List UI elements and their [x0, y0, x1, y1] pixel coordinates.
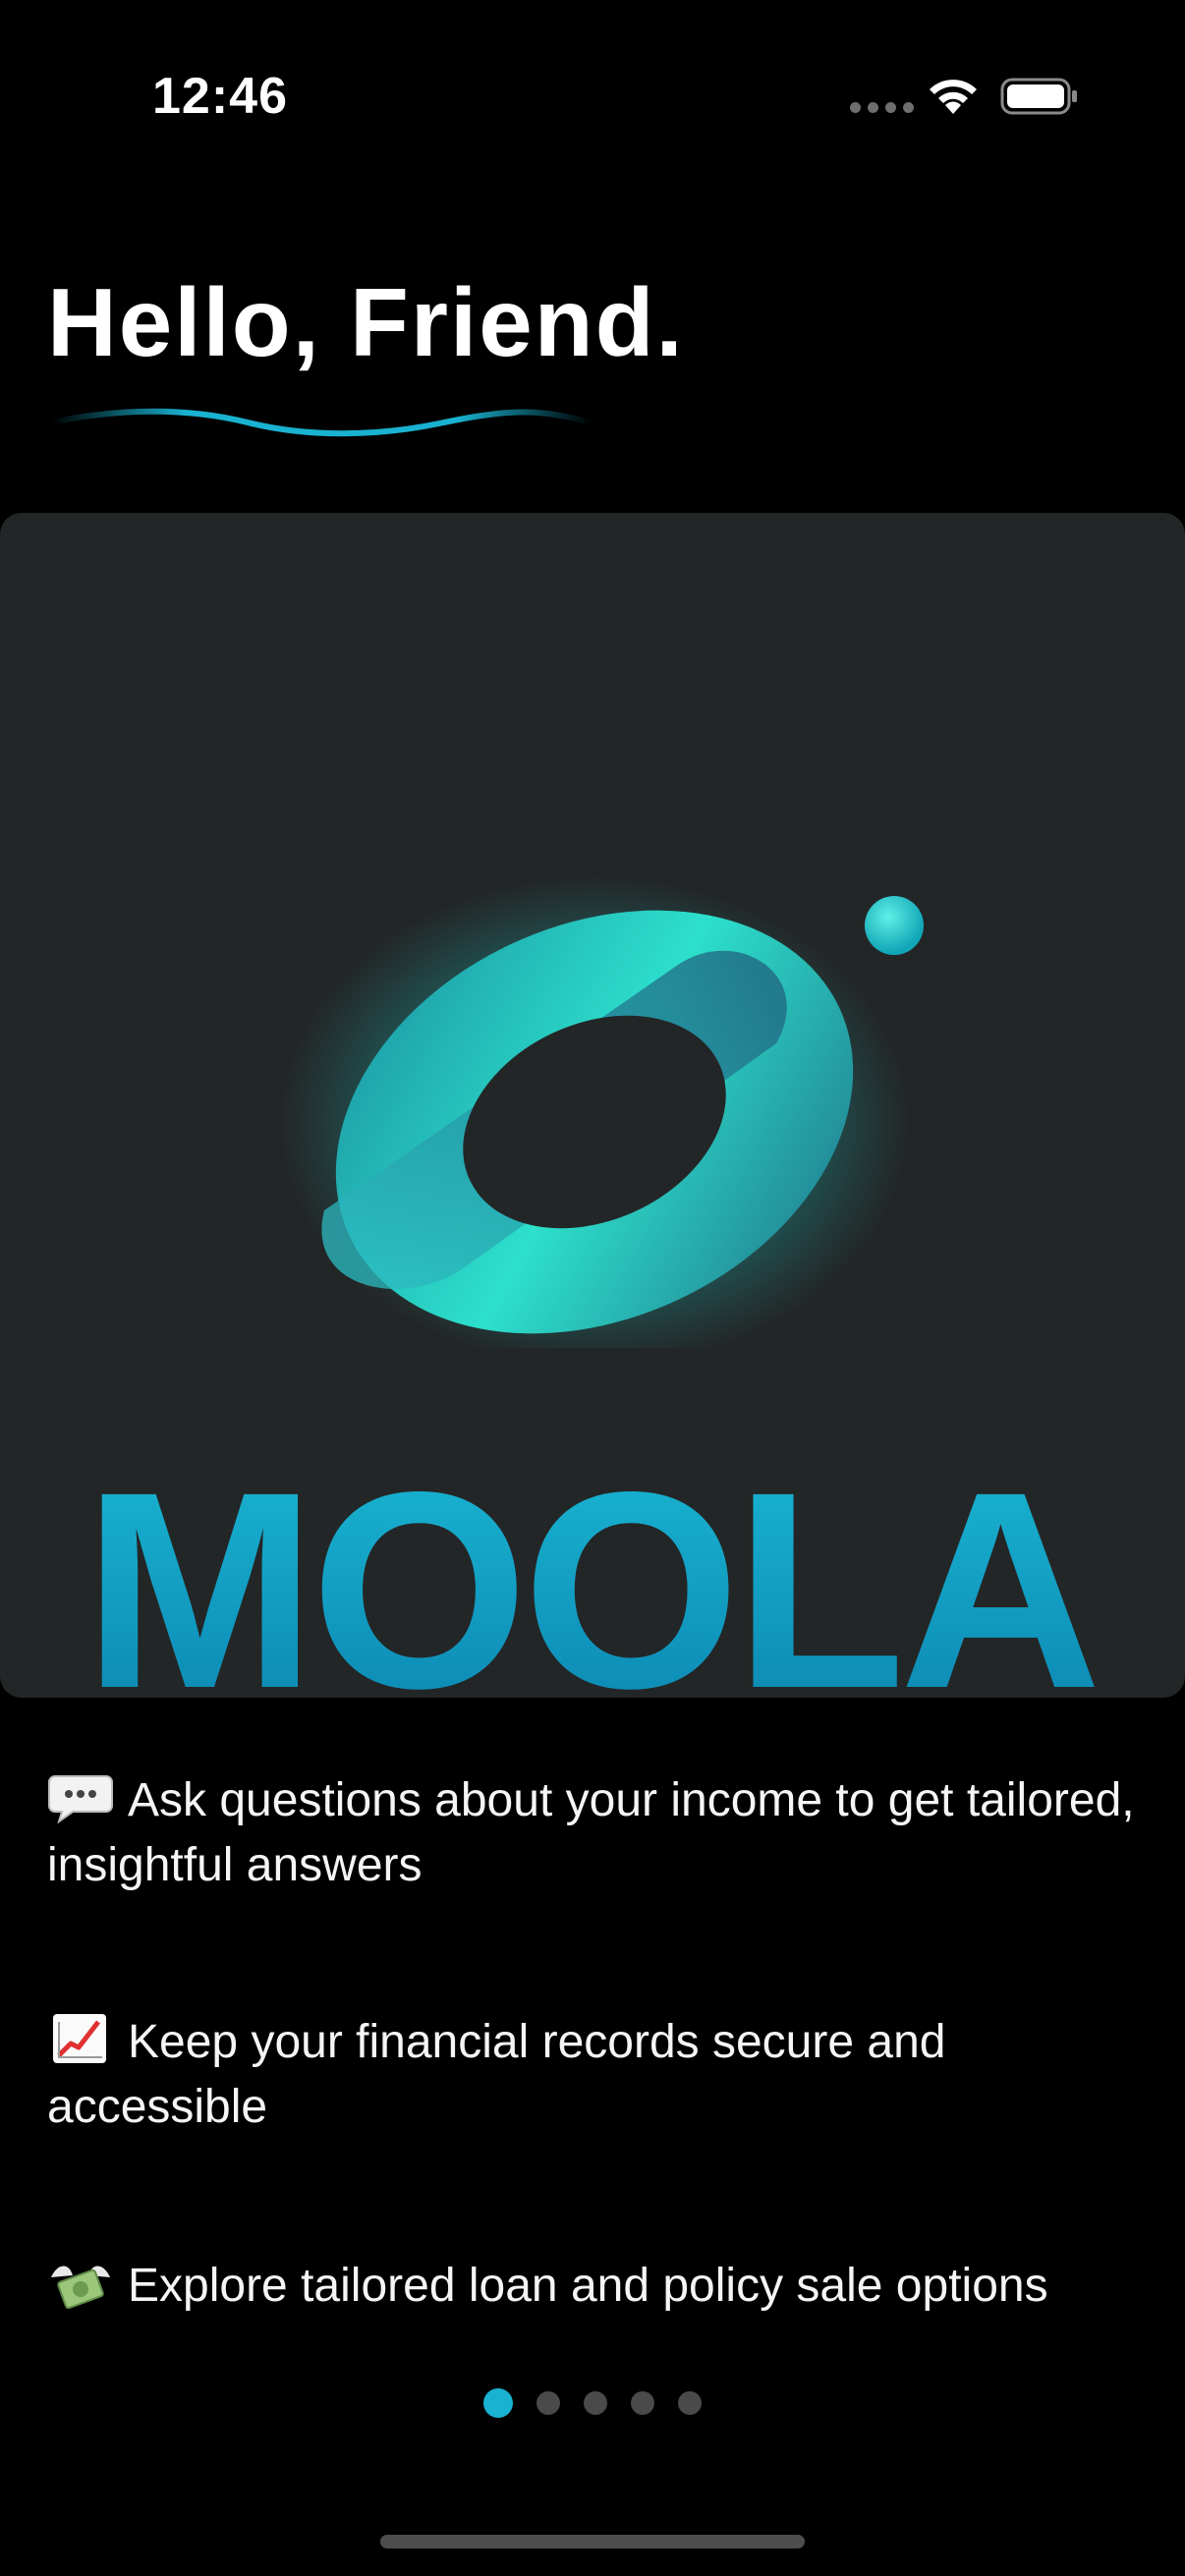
- page-title: Hello, Friend.: [47, 268, 685, 376]
- moola-wordmark: MOOLA: [84, 1456, 1102, 1698]
- moola-logo-icon: [280, 876, 924, 1348]
- feature-item-records: Keep your financial records secure and a…: [47, 2010, 1138, 2140]
- feature-text: Explore tailored loan and policy sale op…: [128, 2260, 1048, 2312]
- page-dot-2[interactable]: [536, 2391, 560, 2415]
- speech-bubble-emoji: [48, 1775, 113, 1823]
- feature-text: Ask questions about your income to get t…: [47, 1774, 1135, 1891]
- feature-item-questions: Ask questions about your income to get t…: [47, 1768, 1138, 1898]
- status-bar: 12:46: [0, 0, 1185, 196]
- hero-card: MOOLA: [0, 513, 1185, 1698]
- status-time: 12:46: [152, 68, 288, 125]
- brand-wordmark-text: MOOLA: [84, 1456, 1097, 1698]
- page-dot-5[interactable]: [678, 2391, 702, 2415]
- page-indicator[interactable]: [0, 2388, 1185, 2418]
- feature-text: Keep your financial records secure and a…: [47, 2016, 946, 2133]
- chart-increasing-emoji: [53, 2014, 106, 2063]
- feature-item-loans: Explore tailored loan and policy sale op…: [47, 2254, 1138, 2319]
- money-with-wings-emoji: [51, 2266, 110, 2309]
- page-dot-3[interactable]: [584, 2391, 607, 2415]
- title-underline-wave: [51, 408, 592, 437]
- page-dot-4[interactable]: [631, 2391, 654, 2415]
- home-indicator[interactable]: [380, 2535, 805, 2548]
- page-dot-1[interactable]: [483, 2388, 513, 2418]
- wifi-icon: [930, 80, 977, 114]
- signal-dots-icon: [850, 102, 914, 113]
- battery-icon: [1000, 78, 1077, 115]
